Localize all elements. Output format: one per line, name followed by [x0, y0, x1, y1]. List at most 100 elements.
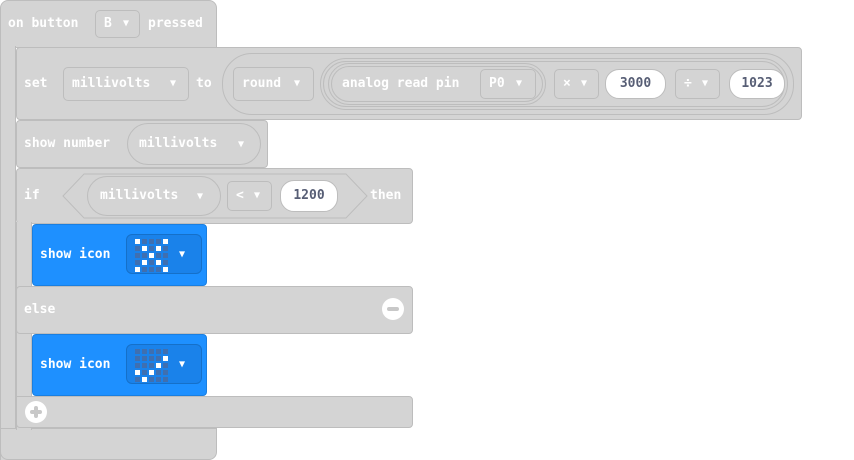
set-variable-dropdown[interactable]: millivolts ▼ [63, 67, 189, 101]
round-function-dropdown[interactable]: round ▼ [233, 67, 314, 101]
led-off [135, 260, 140, 265]
led-on [135, 370, 140, 375]
chevron-down-icon: ▼ [179, 359, 186, 370]
set-variable-value: millivolts [72, 76, 151, 91]
round-function-value: round [242, 76, 282, 91]
icon-led-grid-1 [135, 239, 168, 272]
pin-value: P0 [489, 76, 505, 91]
led-on [135, 239, 140, 244]
multiplier-input[interactable]: 3000 [605, 69, 666, 99]
led-off [135, 377, 140, 382]
divide-operator-dropdown[interactable]: ÷ ▼ [675, 69, 720, 99]
chevron-down-icon: ▼ [294, 78, 301, 89]
led-off [142, 349, 147, 354]
analog-read-pin-label: analog read pin [342, 76, 460, 91]
event-bottom-cap [0, 428, 217, 460]
chevron-down-icon: ▼ [123, 18, 130, 29]
led-off [156, 370, 161, 375]
led-off [149, 349, 154, 354]
led-off [142, 356, 147, 361]
led-off [163, 363, 168, 368]
then-label: then [370, 188, 402, 203]
condition-variable-label: millivolts [100, 188, 179, 203]
to-label: to [196, 76, 212, 91]
else-label: else [24, 302, 56, 317]
chevron-down-icon: ▼ [516, 78, 523, 89]
led-on [163, 356, 168, 361]
button-dropdown-value: B [104, 16, 112, 31]
led-on [135, 267, 140, 272]
led-off [135, 356, 140, 361]
led-off [163, 260, 168, 265]
pin-dropdown[interactable]: P0 ▼ [480, 69, 536, 99]
led-off [163, 349, 168, 354]
chevron-down-icon: ▼ [702, 78, 709, 89]
minus-icon [387, 307, 399, 311]
led-off [156, 377, 161, 382]
led-off [156, 356, 161, 361]
led-off [163, 370, 168, 375]
icon-led-grid-2 [135, 349, 168, 382]
led-on [149, 370, 154, 375]
chevron-down-icon: ▼ [197, 191, 204, 202]
led-off [149, 246, 154, 251]
multiply-operator-value: × [563, 76, 571, 91]
led-on [156, 246, 161, 251]
if-label: if [24, 188, 40, 203]
chevron-down-icon: ▼ [254, 190, 261, 201]
led-off [156, 239, 161, 244]
event-suffix-label: pressed [148, 16, 203, 31]
led-off [142, 239, 147, 244]
icon-picker-2[interactable]: ▼ [126, 344, 202, 384]
led-on [163, 239, 168, 244]
led-off [142, 267, 147, 272]
led-off [156, 253, 161, 258]
led-off [149, 260, 154, 265]
led-off [156, 349, 161, 354]
led-off [135, 363, 140, 368]
led-off [149, 267, 154, 272]
led-off [163, 253, 168, 258]
led-off [163, 246, 168, 251]
led-on [156, 363, 161, 368]
compare-value-input[interactable]: 1200 [280, 180, 338, 212]
button-dropdown[interactable]: B ▼ [95, 10, 140, 38]
divisor-input[interactable]: 1023 [729, 69, 785, 99]
remove-else-button[interactable] [382, 298, 404, 320]
show-icon-label-2: show icon [40, 357, 111, 372]
event-prefix-label: on button [8, 16, 79, 31]
led-off [149, 363, 154, 368]
multiply-operator-dropdown[interactable]: × ▼ [554, 69, 599, 99]
chevron-down-icon: ▼ [179, 249, 186, 260]
plus-icon-vertical [34, 406, 38, 418]
divide-operator-value: ÷ [684, 76, 692, 91]
led-on [149, 253, 154, 258]
chevron-down-icon: ▼ [581, 78, 588, 89]
led-off [142, 363, 147, 368]
show-number-variable-label: millivolts [139, 136, 218, 151]
icon-picker-1[interactable]: ▼ [126, 234, 202, 274]
compare-operator-dropdown[interactable]: < ▼ [227, 181, 272, 211]
led-on [163, 267, 168, 272]
show-number-label: show number [24, 136, 111, 151]
led-off [135, 253, 140, 258]
chevron-down-icon: ▼ [238, 139, 245, 150]
led-off [135, 246, 140, 251]
led-off [149, 356, 154, 361]
led-on [156, 260, 161, 265]
led-off [156, 267, 161, 272]
compare-operator-value: < [236, 188, 244, 203]
set-label: set [24, 76, 48, 91]
led-on [142, 260, 147, 265]
event-body-rail [0, 46, 16, 460]
led-off [163, 377, 168, 382]
add-else-if-button[interactable] [25, 401, 47, 423]
led-off [142, 253, 147, 258]
led-off [149, 377, 154, 382]
led-off [135, 349, 140, 354]
show-icon-label-1: show icon [40, 247, 111, 262]
led-on [142, 377, 147, 382]
if-bottom-bar [16, 396, 413, 428]
else-section [16, 286, 413, 334]
led-off [149, 239, 154, 244]
